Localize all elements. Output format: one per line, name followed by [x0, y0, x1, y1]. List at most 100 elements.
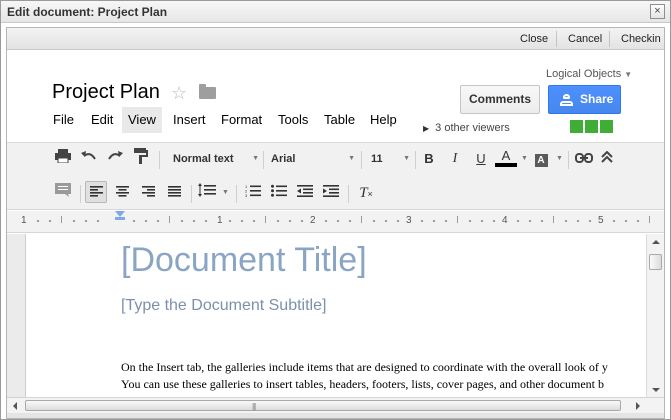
ruler-number: 1 — [217, 215, 223, 226]
ruler-dot — [97, 220, 99, 222]
action-separator — [609, 31, 610, 47]
menu-tools[interactable]: Tools — [272, 107, 314, 133]
align-right-button[interactable] — [137, 182, 159, 204]
indent-marker[interactable] — [115, 211, 125, 220]
comments-button[interactable]: Comments — [460, 85, 540, 114]
font-size-dropdown[interactable]: 11 ▼ — [371, 148, 410, 170]
chevron-down-icon[interactable]: ▼ — [222, 182, 229, 204]
ruler-dot — [349, 220, 351, 222]
chevron-down-icon[interactable]: ▼ — [521, 148, 528, 170]
justify-button[interactable] — [163, 182, 185, 204]
vertical-scrollbar[interactable] — [646, 234, 664, 397]
ruler[interactable]: 1 1 2 3 4 5 — [7, 211, 664, 233]
ruler-dot — [73, 220, 75, 222]
body-line: You can use these galleries to insert ta… — [121, 377, 604, 391]
menu-insert[interactable]: Insert — [167, 107, 212, 133]
toolbar-divider — [361, 151, 362, 169]
scroll-left-arrow-icon[interactable] — [13, 402, 17, 410]
svg-text:3: 3 — [245, 193, 248, 197]
ruler-dot — [133, 220, 135, 222]
menu-help[interactable]: Help — [364, 107, 403, 133]
ruler-dot — [637, 220, 639, 222]
left-indent-handle[interactable] — [115, 217, 125, 220]
viewers-toggle[interactable]: ▶ 3 other viewers — [423, 122, 510, 134]
decrease-indent-icon[interactable] — [294, 182, 316, 204]
edit-document-dialog: Edit document: Project Plan × Close Canc… — [0, 0, 671, 420]
toolbar-divider — [191, 185, 192, 203]
chevron-down-icon[interactable]: ▼ — [556, 148, 563, 170]
menu-file[interactable]: File — [47, 107, 80, 133]
toolbar-divider — [348, 185, 349, 203]
paragraph-style-dropdown[interactable]: Normal text ▼ — [173, 148, 259, 170]
ruler-dot — [577, 220, 579, 222]
ruler-dot — [385, 220, 387, 222]
collapse-toolbar-icon[interactable] — [596, 148, 618, 170]
menu-table[interactable]: Table — [318, 107, 361, 133]
comment-icon[interactable] — [52, 182, 74, 204]
viewer-avatar[interactable] — [585, 120, 598, 133]
underline-button[interactable]: U — [470, 148, 492, 170]
checkin-button[interactable]: Checkin — [621, 33, 661, 45]
toolbar-divider — [236, 185, 237, 203]
viewer-avatar[interactable] — [570, 120, 583, 133]
ruler-dot — [469, 220, 471, 222]
highlight-glyph: A — [534, 154, 548, 167]
close-button[interactable]: Close — [520, 33, 548, 45]
ruler-tick — [553, 216, 554, 223]
document-page[interactable]: [Document Title] [Type the Document Subt… — [25, 234, 655, 397]
scroll-right-arrow-icon[interactable] — [636, 402, 640, 410]
ruler-dot — [289, 220, 291, 222]
dialog-close-icon[interactable]: × — [650, 4, 665, 19]
scroll-up-arrow-icon[interactable] — [652, 240, 660, 244]
ruler-number: 4 — [502, 215, 508, 226]
print-icon[interactable] — [52, 148, 74, 170]
horizontal-scroll-thumb[interactable]: ||| — [25, 400, 621, 411]
share-button[interactable]: Share — [548, 85, 621, 114]
undo-icon[interactable] — [78, 148, 100, 170]
menu-view[interactable]: View — [122, 107, 162, 133]
clear-formatting-glyph: T — [359, 185, 368, 201]
line-spacing-icon[interactable] — [196, 182, 218, 204]
document-body[interactable]: On the Insert tab, the galleries include… — [121, 359, 661, 393]
logical-objects-dropdown[interactable]: Logical Objects ▼ — [546, 68, 632, 80]
body-line: On the Insert tab, the galleries include… — [121, 360, 608, 374]
horizontal-scrollbar[interactable]: ||| — [7, 397, 664, 413]
document-heading[interactable]: [Document Title] — [121, 241, 367, 280]
highlight-color-button[interactable]: A — [530, 148, 552, 170]
align-left-button[interactable] — [85, 181, 107, 203]
ruler-dot — [433, 220, 435, 222]
clear-formatting-button[interactable]: T× — [355, 182, 377, 204]
document-title[interactable]: Project Plan — [52, 81, 160, 104]
status-bar — [7, 413, 664, 418]
ruler-dot — [37, 220, 39, 222]
font-family-value: Arial — [271, 153, 296, 165]
clear-x-icon: × — [367, 189, 373, 199]
paint-format-icon[interactable] — [130, 148, 152, 170]
text-color-button[interactable]: A — [495, 147, 517, 167]
ruler-dot — [181, 220, 183, 222]
bold-button[interactable]: B — [418, 148, 440, 170]
bulleted-list-icon[interactable] — [268, 182, 290, 204]
cancel-button[interactable]: Cancel — [568, 33, 602, 45]
align-center-button[interactable] — [111, 182, 133, 204]
star-icon[interactable]: ☆ — [171, 83, 187, 104]
increase-indent-icon[interactable] — [320, 182, 342, 204]
numbered-list-icon[interactable]: 123 — [242, 182, 264, 204]
document-subtitle[interactable]: [Type the Document Subtitle] — [121, 297, 326, 315]
menu-format[interactable]: Format — [215, 107, 268, 133]
folder-icon[interactable] — [199, 84, 216, 99]
scroll-down-arrow-icon[interactable] — [652, 388, 660, 392]
toolbar-divider — [415, 151, 416, 169]
font-family-dropdown[interactable]: Arial ▼ — [271, 148, 355, 170]
ruler-dot — [565, 220, 567, 222]
ruler-dot — [373, 220, 375, 222]
menu-edit[interactable]: Edit — [85, 107, 119, 133]
viewer-avatar[interactable] — [600, 120, 613, 133]
redo-icon[interactable] — [104, 148, 126, 170]
vertical-scroll-thumb[interactable] — [649, 254, 662, 270]
link-icon[interactable] — [573, 148, 595, 170]
italic-button[interactable]: I — [444, 148, 466, 170]
ruler-tick — [169, 216, 170, 223]
document-canvas: [Document Title] [Type the Document Subt… — [7, 234, 664, 397]
editor-frame: Close Cancel Checkin Project Plan ☆ File… — [6, 27, 665, 419]
